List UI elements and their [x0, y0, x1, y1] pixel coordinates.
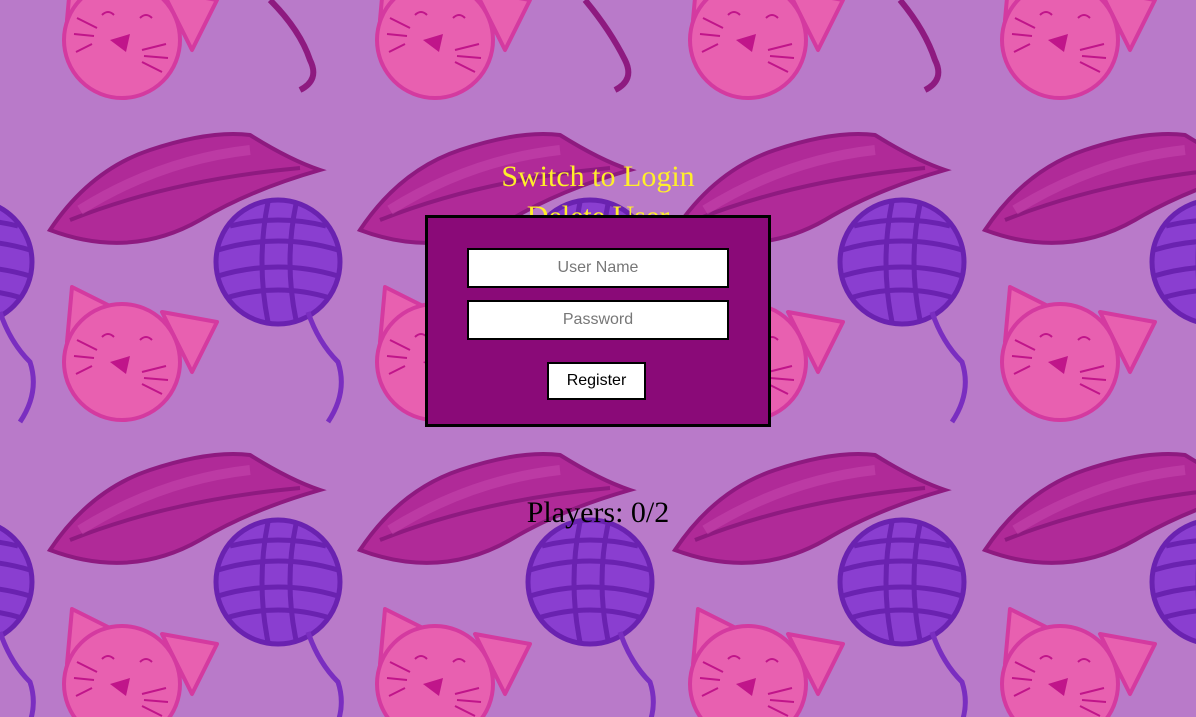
username-input[interactable]: [467, 248, 729, 288]
players-count: Players: 0/2: [526, 496, 670, 529]
register-form: Register: [425, 215, 771, 427]
switch-to-login-link[interactable]: Switch to Login: [0, 160, 1196, 194]
password-input[interactable]: [467, 300, 729, 340]
register-button[interactable]: Register: [547, 362, 646, 400]
